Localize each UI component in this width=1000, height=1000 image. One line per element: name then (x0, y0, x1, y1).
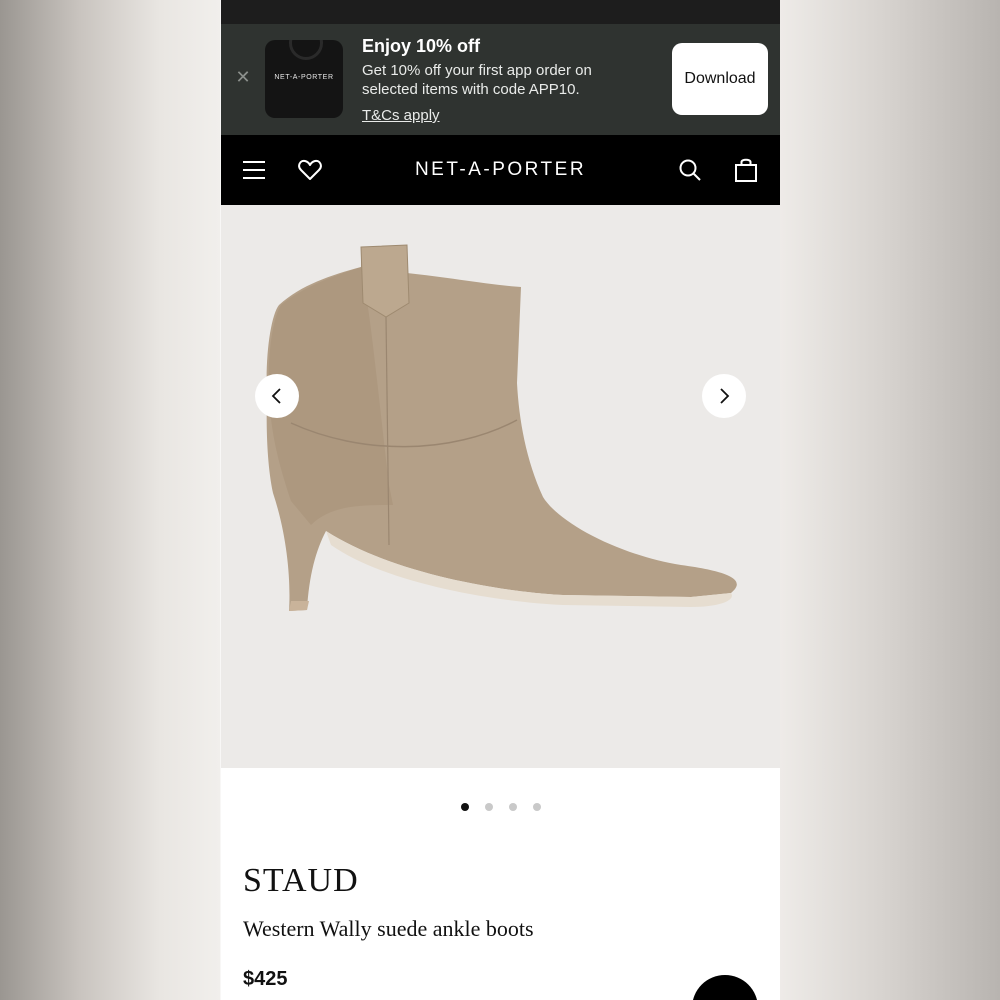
banner-description: Get 10% off your first app order on sele… (362, 62, 592, 98)
next-image-button[interactable] (702, 374, 746, 418)
product-image-gallery[interactable] (221, 205, 780, 768)
chevron-right-icon (720, 388, 730, 404)
floating-action-button[interactable] (692, 975, 758, 1000)
app-icon-logo: NET-A-PORTER (274, 74, 334, 81)
pagination-dot[interactable] (460, 803, 469, 811)
top-navigation: NET-A-PORTER (221, 135, 780, 205)
gallery-pagination (221, 798, 780, 811)
pagination-dot[interactable] (508, 803, 517, 811)
status-bar (221, 0, 780, 24)
chevron-left-icon (271, 388, 281, 404)
designer-name[interactable]: STAUD (243, 862, 359, 900)
app-icon: NET-A-PORTER (265, 40, 343, 118)
phone-screen: ✕ NET-A-PORTER Enjoy 10% off Get 10% off… (221, 0, 780, 1000)
previous-image-button[interactable] (255, 374, 299, 418)
bag-icon[interactable] (733, 157, 759, 183)
close-icon[interactable]: ✕ (234, 68, 252, 86)
download-button[interactable]: Download (672, 43, 768, 115)
app-promo-banner: ✕ NET-A-PORTER Enjoy 10% off Get 10% off… (221, 24, 780, 135)
product-price: $425 (243, 968, 288, 990)
pagination-dot[interactable] (484, 803, 493, 811)
terms-link[interactable]: T&Cs apply (362, 107, 440, 124)
product-name: Western Wally suede ankle boots (243, 916, 534, 941)
search-icon[interactable] (677, 157, 703, 183)
banner-title: Enjoy 10% off (362, 36, 481, 56)
pagination-dot[interactable] (532, 803, 541, 811)
product-image (266, 244, 737, 611)
